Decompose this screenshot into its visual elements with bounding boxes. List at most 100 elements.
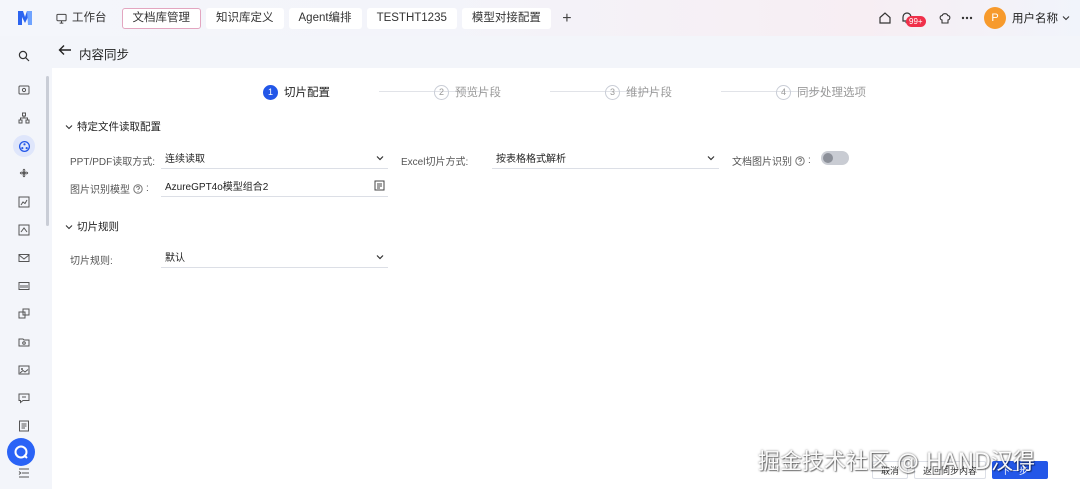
sidebar-item-3[interactable] bbox=[13, 135, 35, 157]
sidebar-item-7[interactable] bbox=[17, 251, 31, 265]
sidebar-item-8[interactable] bbox=[17, 279, 31, 293]
assistant-button[interactable] bbox=[7, 438, 35, 466]
search-icon bbox=[18, 50, 30, 62]
select-value: 按表格格式解析 bbox=[496, 154, 566, 165]
sidebar-item-6[interactable] bbox=[17, 223, 31, 237]
tab-testht1235[interactable]: TESTHT1235 bbox=[366, 8, 457, 29]
user-avatar[interactable]: P bbox=[984, 7, 1006, 29]
top-right-toolbar: 99+ P 用户名称 bbox=[870, 7, 1070, 29]
tab-workbench[interactable]: 工作台 bbox=[48, 8, 117, 29]
step-number: 3 bbox=[605, 84, 620, 100]
sidebar-item-5[interactable] bbox=[17, 195, 31, 209]
select-value: 默认 bbox=[165, 253, 185, 264]
page-title: 内容同步 bbox=[79, 48, 130, 62]
slice-rule-select[interactable]: 默认 bbox=[161, 246, 388, 268]
step-label: 维护片段 bbox=[626, 87, 672, 99]
tab-label: 模型对接配置 bbox=[471, 12, 541, 24]
section-title: 特定文件读取配置 bbox=[77, 121, 161, 133]
chef-hat-icon bbox=[939, 13, 951, 24]
tab-agent-orchestration[interactable]: Agent编排 bbox=[288, 8, 362, 29]
sidebar-item-2[interactable] bbox=[17, 111, 31, 125]
tab-label: 知识库定义 bbox=[216, 12, 274, 24]
chevron-down-icon bbox=[707, 156, 715, 161]
label-text: 文档图片识别 bbox=[732, 157, 792, 168]
tree-network-icon bbox=[18, 140, 30, 152]
home-button[interactable] bbox=[878, 11, 892, 25]
sidebar-item-12[interactable] bbox=[17, 391, 31, 405]
tab-label: TESTHT1235 bbox=[376, 12, 447, 24]
label-text: 图片识别模型 bbox=[70, 185, 130, 196]
tab-document-library[interactable]: 文档库管理 bbox=[121, 8, 201, 29]
help-icon[interactable] bbox=[133, 183, 143, 194]
monitor-icon bbox=[56, 13, 67, 24]
chevron-down-icon bbox=[65, 124, 73, 129]
section-file-config-header[interactable]: 特定文件读取配置 bbox=[65, 119, 161, 134]
fan-icon bbox=[19, 168, 29, 178]
tab-knowledge-base[interactable]: 知识库定义 bbox=[206, 8, 284, 29]
sidebar-scrollbar[interactable] bbox=[46, 76, 49, 226]
sidebar-item-1[interactable] bbox=[17, 83, 31, 97]
step-label: 切片配置 bbox=[284, 87, 330, 99]
tab-model-integration[interactable]: 模型对接配置 bbox=[461, 8, 551, 29]
step-4[interactable]: 4 同步处理选项 bbox=[776, 83, 866, 101]
step-1[interactable]: 1 切片配置 bbox=[263, 83, 330, 101]
section-title: 切片规则 bbox=[77, 221, 119, 233]
layers-icon bbox=[18, 308, 30, 319]
folder-icon bbox=[18, 338, 30, 347]
chevron-down-icon[interactable] bbox=[1062, 14, 1070, 22]
content-panel: 1 切片配置 2 预览片段 3 维护片段 4 同步处理选项 特定文件读取配置 P… bbox=[52, 68, 1080, 489]
chart-box-icon bbox=[18, 196, 30, 208]
app-logo-icon[interactable] bbox=[16, 9, 34, 27]
more-dots-icon bbox=[961, 16, 973, 20]
back-arrow-icon[interactable] bbox=[58, 44, 72, 56]
tab-label: 工作台 bbox=[72, 12, 107, 24]
chevron-down-icon bbox=[376, 255, 384, 260]
hierarchy-icon bbox=[18, 112, 30, 124]
menu-collapse-icon bbox=[18, 468, 29, 478]
sidebar bbox=[0, 36, 50, 489]
chef-hat-button[interactable] bbox=[938, 11, 952, 25]
sidebar-item-4[interactable] bbox=[17, 166, 31, 180]
page-header: 内容同步 bbox=[50, 36, 1080, 66]
step-label: 预览片段 bbox=[455, 87, 501, 99]
slice-rule-label: 切片规则: bbox=[70, 256, 113, 267]
ppt-read-mode-select[interactable]: 连续读取 bbox=[161, 147, 388, 169]
mail-icon bbox=[18, 254, 30, 262]
watermark-text: 掘金技术社区 @ HAND汉得 bbox=[758, 450, 1035, 475]
chat-icon bbox=[18, 393, 30, 404]
sidebar-search-button[interactable] bbox=[17, 49, 31, 63]
step-2[interactable]: 2 预览片段 bbox=[434, 83, 501, 101]
sidebar-item-11[interactable] bbox=[17, 363, 31, 377]
screen-icon bbox=[18, 85, 30, 95]
image-model-lookup[interactable]: AzureGPT4o模型组合2 bbox=[161, 175, 388, 197]
username-label[interactable]: 用户名称 bbox=[1012, 10, 1058, 26]
ppt-read-mode-label: PPT/PDF读取方式: bbox=[70, 157, 156, 168]
step-3[interactable]: 3 维护片段 bbox=[605, 83, 672, 101]
home-icon bbox=[879, 12, 891, 24]
image-icon bbox=[18, 365, 30, 375]
more-button[interactable] bbox=[960, 11, 974, 25]
tab-label: Agent编排 bbox=[298, 12, 352, 24]
notification-badge: 99+ bbox=[906, 16, 926, 27]
assistant-icon bbox=[14, 445, 28, 459]
sidebar-collapse-button[interactable] bbox=[17, 466, 31, 480]
chevron-down-icon bbox=[376, 156, 384, 161]
section-slice-rule-header[interactable]: 切片规则 bbox=[65, 219, 119, 234]
lookup-list-icon[interactable] bbox=[374, 180, 385, 191]
help-icon[interactable] bbox=[795, 155, 805, 166]
sidebar-item-9[interactable] bbox=[17, 307, 31, 321]
notification-button[interactable]: 99+ bbox=[900, 11, 930, 27]
excel-slice-mode-select[interactable]: 按表格格式解析 bbox=[492, 147, 719, 169]
step-label: 同步处理选项 bbox=[797, 87, 866, 99]
chart-box-icon bbox=[18, 224, 30, 236]
doc-image-recognition-toggle[interactable] bbox=[821, 151, 849, 165]
image-model-label: 图片识别模型 : bbox=[70, 181, 149, 196]
sidebar-item-10[interactable] bbox=[17, 335, 31, 349]
tab-label: 文档库管理 bbox=[132, 12, 191, 24]
sidebar-item-13[interactable] bbox=[17, 419, 31, 433]
label-suffix: : bbox=[146, 183, 149, 194]
select-value: 连续读取 bbox=[165, 154, 205, 165]
tab-bar: 工作台 文档库管理 知识库定义 Agent编排 TESTHT1235 模型对接配… bbox=[48, 8, 578, 29]
toggle-knob bbox=[823, 153, 833, 163]
add-tab-button[interactable]: + bbox=[556, 8, 578, 29]
